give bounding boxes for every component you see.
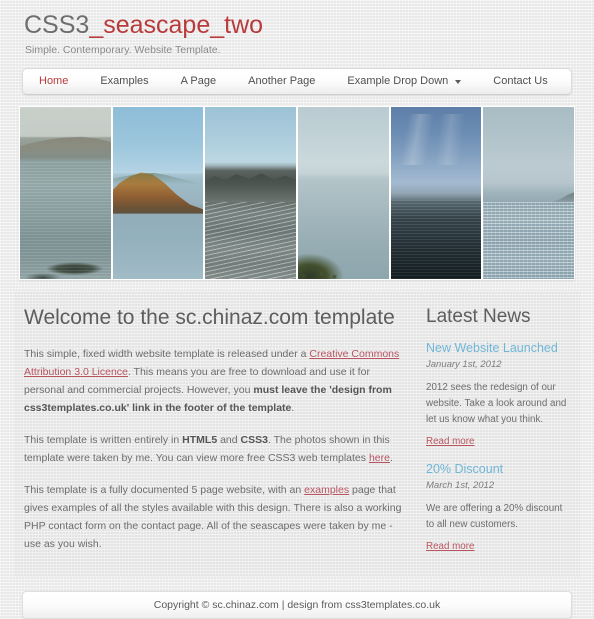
site-footer: Copyright © sc.chinaz.com | design from … <box>22 591 572 619</box>
main-navigation: Home Examples A Page Another Page Exampl… <box>22 68 572 95</box>
examples-link[interactable]: examples <box>304 484 349 496</box>
page-root: CSS3_seascape_two Simple. Contemporary. … <box>0 0 594 619</box>
nav-item-examples[interactable]: Examples <box>84 69 164 94</box>
text-fragment: This template is a fully documented 5 pa… <box>24 484 305 496</box>
gallery-image-5 <box>390 107 482 279</box>
latest-news-heading: Latest News <box>426 306 531 327</box>
chevron-down-icon <box>455 79 462 84</box>
copyright-text: Copyright © sc.chinaz.com | design from … <box>153 599 441 611</box>
nav-item-contact-us[interactable]: Contact Us <box>477 69 563 94</box>
text-fragment: . <box>389 452 393 464</box>
news-item-title[interactable]: 20% Discount <box>426 461 570 477</box>
nav-item-a-page[interactable]: A Page <box>165 69 232 94</box>
nav-label: A Page <box>180 75 217 87</box>
site-title: CSS3_seascape_two <box>24 10 594 40</box>
sidebar: Latest News New Website Launched January… <box>424 303 580 567</box>
read-more-link[interactable]: Read more <box>426 541 474 552</box>
html5-label: HTML5 <box>182 434 218 446</box>
site-tagline: Simple. Contemporary. Website Template. <box>25 44 221 56</box>
nav-label: Another Page <box>248 75 316 87</box>
text-fragment: This simple, fixed width website templat… <box>24 348 310 360</box>
nav-item-example-drop-down[interactable]: Example Drop Down <box>331 69 477 94</box>
gallery-image-4 <box>298 107 389 279</box>
news-item-date: January 1st, 2012 <box>426 359 502 370</box>
news-item-body: We are offering a 20% discount to all ne… <box>426 503 563 530</box>
site-title-accent: _seascape_two <box>89 11 264 39</box>
tech-paragraph: This template is written entirely in HTM… <box>24 431 408 467</box>
content-panel: Welcome to the sc.chinaz.com template Th… <box>14 291 580 577</box>
nav-label: Examples <box>100 75 149 87</box>
gallery-image-1 <box>20 107 111 279</box>
gallery-image-3 <box>205 107 297 279</box>
news-item-title[interactable]: New Website Launched <box>426 340 570 356</box>
main-column: Welcome to the sc.chinaz.com template Th… <box>14 303 424 567</box>
page-title: Welcome to the sc.chinaz.com template <box>24 306 395 329</box>
nav-label: Example Drop Down <box>347 75 449 87</box>
gallery-image-2 <box>112 107 204 279</box>
news-item: 20% Discount March 1st, 2012 We are offe… <box>426 461 570 566</box>
intro-paragraph: This simple, fixed width website templat… <box>24 345 408 417</box>
text-fragment: This template is written entirely in <box>24 434 183 446</box>
text-fragment: and <box>217 434 241 446</box>
site-title-plain: CSS3 <box>24 11 90 39</box>
gallery-image-6 <box>483 107 575 279</box>
nav-item-home[interactable]: Home <box>23 69 84 94</box>
read-more-link[interactable]: Read more <box>426 436 474 447</box>
nav-item-another-page[interactable]: Another Page <box>232 69 331 94</box>
text-fragment: . <box>291 402 295 414</box>
nav-label: Home <box>39 75 69 87</box>
news-item: New Website Launched January 1st, 2012 2… <box>426 340 570 461</box>
news-item-body: 2012 sees the redesign of our website. T… <box>426 382 567 425</box>
here-link[interactable]: here <box>369 452 390 464</box>
docs-paragraph: This template is a fully documented 5 pa… <box>24 481 408 553</box>
nav-label: Contact Us <box>493 75 548 87</box>
site-header: CSS3_seascape_two Simple. Contemporary. … <box>0 0 594 57</box>
news-item-date: March 1st, 2012 <box>426 480 495 491</box>
photo-gallery <box>19 106 575 280</box>
css3-label: CSS3 <box>240 434 268 446</box>
